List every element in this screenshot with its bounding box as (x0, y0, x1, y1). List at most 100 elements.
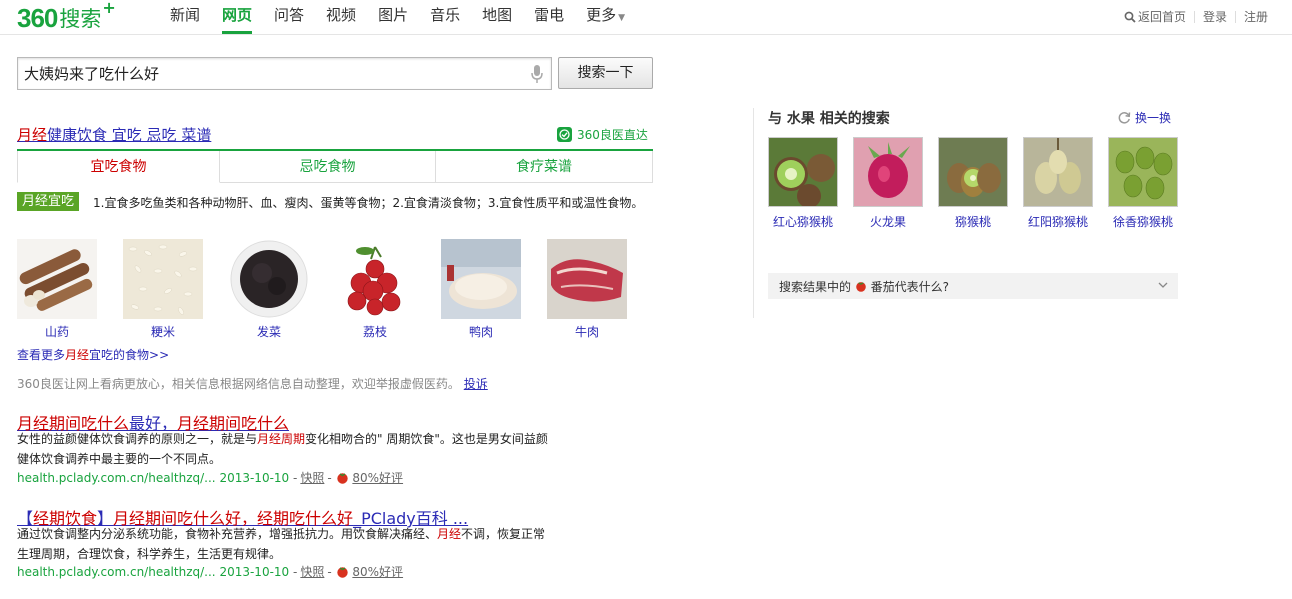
nav-more-label: 更多 (586, 6, 617, 24)
nav-item-news[interactable]: 新闻 (170, 0, 200, 34)
related-item-label: 红阳猕猴桃 (1027, 215, 1088, 229)
tomato-icon (336, 473, 348, 484)
logo-plus: + (102, 0, 116, 17)
more-prefix: 查看更多 (17, 348, 66, 362)
related-item[interactable]: 徐香猕猴桃 (1108, 137, 1178, 230)
food-name: 鸭肉 (468, 325, 493, 339)
food-item-beef[interactable]: 牛肉 (547, 239, 627, 340)
logo-number: 360 (17, 3, 58, 33)
result-url: health.pclady.com.cn/healthzq/... (17, 470, 216, 485)
logo[interactable]: 360 搜索 + (17, 0, 116, 33)
rating-link[interactable]: 80%好评 (352, 563, 403, 580)
divider (1193, 10, 1195, 23)
nav-item-web[interactable]: 网页 (222, 0, 253, 34)
top-links: 返回首页 登录 注册 (1124, 8, 1268, 25)
beef-image (547, 239, 627, 319)
chevron-down-icon: ▼ (618, 13, 626, 23)
result-date: 2013-10-10 (219, 564, 290, 579)
disclaimer-text: 360良医让网上看病更放心，相关信息根据网络信息自动整理，欢迎举报虚假医药。 (17, 377, 460, 391)
xuxiang-kiwi-image (1108, 137, 1178, 207)
tab-suitable-food[interactable]: 宜吃食物 (17, 151, 220, 183)
red-kiwi-image (768, 137, 838, 207)
related-item[interactable]: 火龙果 (853, 137, 923, 230)
dragon-fruit-image (853, 137, 923, 207)
food-item-yam[interactable]: 山药 (17, 239, 97, 340)
search-button[interactable]: 搜索一下 (558, 57, 653, 89)
chevron-down-icon (1158, 282, 1168, 288)
duck-meat-image (441, 239, 521, 319)
tab-therapy-recipes[interactable]: 食疗菜谱 (436, 151, 653, 183)
result-date: 2013-10-10 (219, 470, 290, 485)
tomato-info-bar[interactable]: 搜索结果中的 番茄代表什么? (768, 273, 1178, 299)
food-item-rice[interactable]: 粳米 (123, 239, 203, 340)
lychee-image (335, 239, 415, 319)
black-moss-image (229, 239, 309, 319)
food-item-facai[interactable]: 发菜 (229, 239, 309, 340)
snippet-highlight: 月经周期 (257, 432, 306, 446)
nav-bar: 新闻 网页 问答 视频 图片 音乐 地图 雷电 更多 ▼ (170, 0, 647, 34)
health-box-title[interactable]: 月经健康饮食 宜吃 忌吃 菜谱 (17, 124, 211, 145)
snapshot-link[interactable]: 快照 (300, 469, 324, 486)
result-url: health.pclady.com.cn/healthzq/... (17, 564, 216, 579)
red-sun-kiwi-image (1023, 137, 1093, 207)
result-snippet: 通过饮食调整内分泌系统功能，食物补充营养，增强抵抗力。用饮食解决痛经、月经不调，… (17, 524, 557, 564)
nav-item-images[interactable]: 图片 (378, 0, 408, 34)
related-item-label: 火龙果 (869, 215, 906, 229)
refresh-icon (1118, 112, 1131, 124)
snippet-highlight: 月经 (437, 527, 462, 541)
top-bar: 360 搜索 + 新闻 网页 问答 视频 图片 音乐 地图 雷电 更多 ▼ 返回首… (0, 0, 1292, 35)
related-item[interactable]: 红心猕猴桃 (768, 137, 838, 230)
login-link[interactable]: 登录 (1203, 8, 1227, 25)
related-item-label: 猕猴桃 (954, 215, 991, 229)
health-tabs: 宜吃食物 忌吃食物 食疗菜谱 (17, 149, 653, 183)
nav-item-qa[interactable]: 问答 (274, 0, 304, 34)
food-item-lychee[interactable]: 荔枝 (335, 239, 415, 340)
nav-item-leidian[interactable]: 雷电 (534, 0, 564, 34)
snapshot-link[interactable]: 快照 (300, 563, 324, 580)
related-item-label: 徐香猕猴桃 (1112, 215, 1173, 229)
refresh-label: 换一换 (1135, 111, 1172, 125)
yam-image (17, 239, 97, 319)
nav-item-more[interactable]: 更多 ▼ (586, 0, 625, 34)
search-input[interactable] (24, 58, 504, 89)
microphone-icon[interactable] (531, 64, 543, 84)
check-icon (557, 127, 572, 142)
result-snippet: 女性的益颜健体饮食调养的原则之一，就是与月经周期变化相吻合的" 周期饮食"。这也… (17, 429, 557, 469)
snippet-text: 女性的益颜健体饮食调养的原则之一，就是与 (17, 432, 258, 446)
tomato-bar-suffix: 番茄代表什么? (870, 279, 950, 294)
home-link[interactable]: 返回首页 (1138, 8, 1186, 25)
food-name: 荔枝 (362, 325, 387, 339)
tomato-bar-prefix: 搜索结果中的 (779, 279, 852, 294)
rating-link[interactable]: 80%好评 (352, 469, 403, 486)
snippet-text: 通过饮食调整内分泌系统功能，食物补充营养，增强抵抗力。用饮食解决痛经、 (17, 527, 438, 541)
more-suffix: 宜吃的食物>> (89, 348, 170, 362)
result-meta: health.pclady.com.cn/healthzq/... 2013-1… (17, 469, 404, 486)
report-link[interactable]: 投诉 (464, 377, 488, 391)
tab-avoid-food[interactable]: 忌吃食物 (220, 151, 436, 183)
suitable-food-tag: 月经宜吃 (17, 192, 80, 211)
nav-item-music[interactable]: 音乐 (430, 0, 460, 34)
health-badge[interactable]: 360良医直达 (557, 126, 648, 143)
kiwi-image (938, 137, 1008, 207)
refresh-button[interactable]: 换一换 (1118, 109, 1171, 126)
search-icon (1124, 11, 1136, 23)
more-foods-link[interactable]: 查看更多月经宜吃的食物>> (17, 346, 169, 363)
food-name: 牛肉 (574, 325, 599, 339)
health-badge-label: 360良医直达 (577, 128, 648, 142)
nav-item-video[interactable]: 视频 (326, 0, 356, 34)
related-item[interactable]: 红阳猕猴桃 (1023, 137, 1093, 230)
related-searches-title: 与 水果 相关的搜索 (768, 111, 890, 127)
rice-image (123, 239, 203, 319)
related-item[interactable]: 猕猴桃 (938, 137, 1008, 230)
tomato-icon (856, 282, 866, 292)
nav-item-map[interactable]: 地图 (482, 0, 512, 34)
disclaimer: 360良医让网上看病更放心，相关信息根据网络信息自动整理，欢迎举报虚假医药。 投… (17, 375, 488, 392)
divider (1234, 10, 1236, 23)
food-name: 粳米 (150, 325, 175, 339)
health-title-highlight: 月经 (17, 126, 48, 144)
health-title-rest: 健康饮食 宜吃 忌吃 菜谱 (47, 126, 212, 144)
food-item-duck[interactable]: 鸭肉 (441, 239, 521, 340)
logo-word: 搜索 (59, 7, 102, 31)
register-link[interactable]: 注册 (1244, 8, 1268, 25)
more-highlight: 月经 (65, 348, 90, 362)
